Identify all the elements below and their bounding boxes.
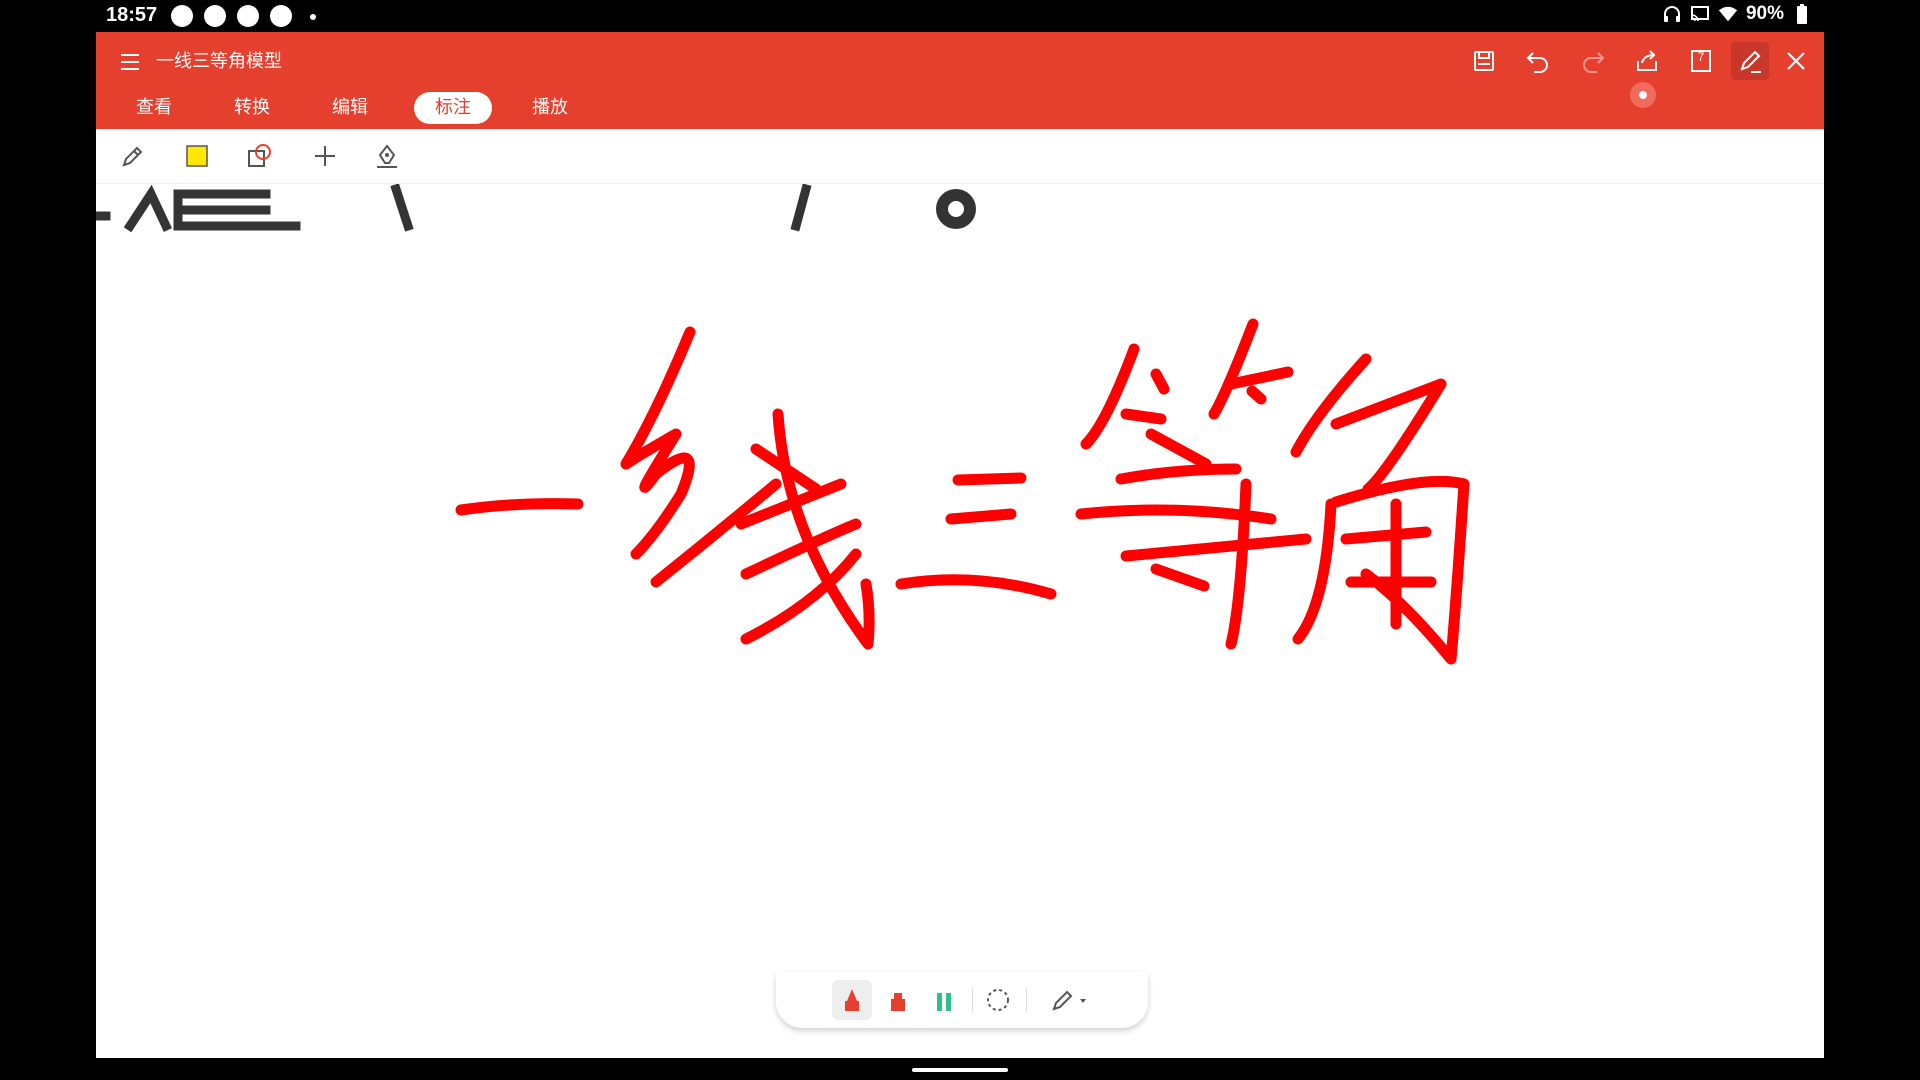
page-number: 7 — [1697, 50, 1705, 64]
notification-dot-icon — [171, 5, 193, 27]
app-window: 一线三等角模型 查看 转换 编辑 标注 播放 7 — [96, 32, 1824, 1058]
headphones-icon — [1662, 3, 1682, 25]
recording-indicator-icon[interactable] — [1630, 82, 1656, 108]
status-time: 18:57 — [106, 4, 158, 26]
redo-icon[interactable] — [1574, 42, 1612, 80]
status-icons: 90% — [1662, 3, 1812, 25]
pen-bar-divider — [972, 988, 973, 1012]
signature-pen-icon[interactable] — [370, 139, 404, 173]
undo-icon[interactable] — [1519, 42, 1557, 80]
pen-tool-bar — [776, 972, 1148, 1028]
cast-icon — [1690, 3, 1710, 25]
partial-slide-text — [96, 183, 976, 233]
page-number-icon[interactable]: 7 — [1682, 42, 1720, 80]
green-highlighter-icon[interactable] — [924, 980, 964, 1020]
battery-percent: 90% — [1745, 3, 1784, 24]
highlight-square-icon[interactable] — [180, 139, 214, 173]
save-icon[interactable] — [1465, 42, 1503, 80]
tab-annotate[interactable]: 标注 — [414, 92, 492, 124]
tab-play[interactable]: 播放 — [512, 92, 588, 124]
red-marker-icon[interactable] — [878, 980, 918, 1020]
status-bar: 18:57 90% — [0, 0, 1920, 32]
battery-icon — [1792, 3, 1812, 25]
notification-dot-icon — [204, 5, 226, 27]
marker-pen-icon[interactable] — [832, 980, 872, 1020]
eraser-pen-icon[interactable] — [1042, 980, 1098, 1020]
pen-bar-divider — [1026, 988, 1027, 1012]
notification-dot-icon — [237, 5, 259, 27]
shape-icon[interactable] — [243, 139, 277, 173]
notification-dot-icon — [270, 5, 292, 27]
document-title: 一线三等角模型 — [156, 51, 282, 72]
more-notifications-icon — [310, 14, 316, 20]
tab-edit[interactable]: 编辑 — [312, 92, 388, 124]
hamburger-menu-icon[interactable] — [118, 50, 142, 74]
title-bar: 一线三等角模型 查看 转换 编辑 标注 播放 7 — [96, 32, 1824, 129]
annotation-pen-icon[interactable] — [1731, 42, 1769, 80]
home-indicator[interactable] — [912, 1068, 1008, 1072]
slide-content — [96, 183, 1470, 665]
annotation-toolbar — [96, 129, 1824, 184]
handwritten-annotation — [455, 318, 1470, 665]
share-icon[interactable] — [1628, 42, 1666, 80]
close-icon[interactable] — [1777, 42, 1815, 80]
wifi-icon — [1718, 3, 1738, 25]
tab-convert[interactable]: 转换 — [214, 92, 290, 124]
tab-view[interactable]: 查看 — [116, 92, 192, 124]
slide-canvas[interactable] — [96, 183, 1824, 1058]
add-icon[interactable] — [308, 139, 342, 173]
lasso-icon[interactable] — [978, 980, 1018, 1020]
pen-icon[interactable] — [116, 139, 150, 173]
